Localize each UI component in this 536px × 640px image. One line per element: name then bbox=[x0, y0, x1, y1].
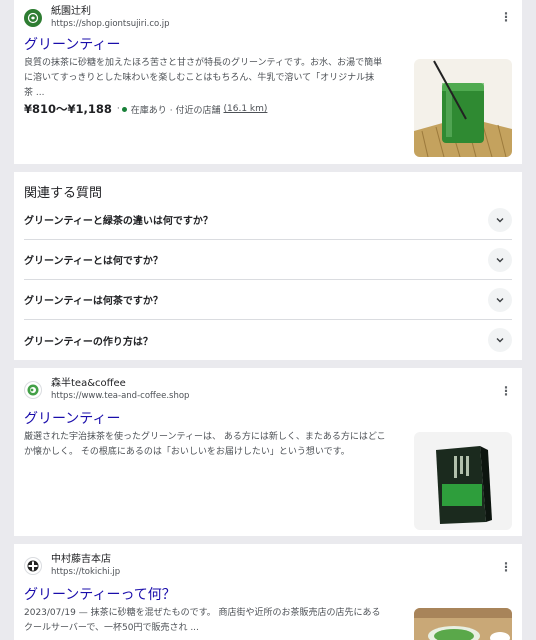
site-name: 森半tea&coffee bbox=[51, 378, 126, 389]
stock-status: 在庫あり bbox=[130, 105, 167, 116]
result-title-link[interactable]: グリーンティー bbox=[24, 34, 120, 54]
morihan-logo-icon bbox=[24, 381, 42, 399]
separator: · bbox=[116, 104, 120, 114]
snippet-line: に溶いてすっきりとした味わいを楽しむことはもちろん、牛乳で溶いて「オリジナル抹 bbox=[24, 73, 375, 83]
question-text: グリーンティーと緑茶の違いは何ですか？ bbox=[24, 216, 213, 227]
related-question-item[interactable]: グリーンティーの作り方は？ bbox=[24, 320, 512, 360]
related-question-item[interactable]: グリーンティーと緑茶の違いは何ですか？ bbox=[24, 200, 512, 240]
question-text: グリーンティーとは何ですか？ bbox=[24, 256, 163, 267]
result-snippet: 厳選された宇治抹茶を使ったグリーンティーは、 ある方には新しく、またある方にはど… bbox=[24, 430, 402, 460]
more-options-icon[interactable]: ⋮ bbox=[500, 385, 512, 397]
chevron-down-icon[interactable] bbox=[488, 328, 512, 352]
related-question-item[interactable]: グリーンティーは何茶ですか？ bbox=[24, 280, 512, 320]
result-snippet: 2023/07/19 — 抹茶に砂糖を混ぜたものです。 商店街や近所のお茶販売店… bbox=[24, 606, 402, 636]
site-info[interactable]: 紙園辻利 https://shop.giontsujiri.co.jp bbox=[24, 6, 170, 30]
site-url: https://tokichi.jp bbox=[51, 567, 121, 577]
result-title-link[interactable]: グリーンティーって何？ bbox=[24, 584, 176, 604]
related-questions-card: 関連する質問 グリーンティーと緑茶の違いは何ですか？ グリーンティーとは何ですか… bbox=[14, 172, 522, 360]
result-title-link[interactable]: グリーンティー bbox=[24, 408, 120, 428]
snippet-line: か懐かしく。 その根底にあるのは「おいしいをお届けしたい」という想いです。 bbox=[24, 447, 350, 457]
question-text: グリーンティーは何茶ですか？ bbox=[24, 296, 163, 307]
site-url: https://shop.giontsujiri.co.jp bbox=[51, 19, 170, 29]
green-tea-box-image[interactable] bbox=[414, 432, 512, 530]
question-text: グリーンティーの作り方は？ bbox=[24, 336, 153, 348]
distance-link[interactable]: (16.1 km) bbox=[224, 104, 268, 114]
green-tea-glass-image[interactable] bbox=[414, 59, 512, 157]
search-result-card: 紙園辻利 https://shop.giontsujiri.co.jp ⋮ グリ… bbox=[14, 0, 522, 164]
price-row: ¥810〜¥1,188 · 在庫あり · 付近の店舗 (16.1 km) bbox=[24, 101, 267, 117]
snippet-line: 2023/07/19 — 抹茶に砂糖を混ぜたものです。 商店街や近所のお茶販売店… bbox=[24, 608, 381, 618]
site-name: 中村藤吉本店 bbox=[51, 554, 111, 565]
site-name: 紙園辻利 bbox=[51, 6, 91, 17]
more-options-icon[interactable]: ⋮ bbox=[500, 561, 512, 573]
snippet-line: 厳選された宇治抹茶を使ったグリーンティーは、 ある方には新しく、またある方にはど… bbox=[24, 432, 386, 442]
green-tea-bowl-image[interactable] bbox=[414, 608, 512, 640]
in-stock-dot-icon bbox=[121, 106, 127, 112]
price: ¥810〜¥1,188 bbox=[24, 102, 112, 116]
chevron-down-icon[interactable] bbox=[488, 207, 512, 232]
nearby-stores: · 付近の店舗 bbox=[169, 105, 221, 116]
more-options-icon[interactable]: ⋮ bbox=[500, 11, 512, 23]
snippet-line: 良質の抹茶に砂糖を加えたほろ苦さと甘さが特長のグリーンティです。お水、お湯で簡単 bbox=[24, 58, 383, 68]
site-info[interactable]: 森半tea&coffee https://www.tea-and-coffee.… bbox=[24, 378, 189, 402]
snippet-line: 茶 ... bbox=[24, 88, 45, 98]
site-url: https://www.tea-and-coffee.shop bbox=[51, 391, 190, 401]
site-info[interactable]: 中村藤吉本店 https://tokichi.jp bbox=[24, 554, 120, 578]
result-snippet: 良質の抹茶に砂糖を加えたほろ苦さと甘さが特長のグリーンティです。お水、お湯で簡単… bbox=[24, 56, 402, 101]
search-result-card: 森半tea&coffee https://www.tea-and-coffee.… bbox=[14, 368, 522, 536]
tokichi-crest-icon bbox=[24, 557, 42, 575]
green-tea-leaf-icon bbox=[24, 9, 42, 27]
related-questions-heading: 関連する質問 bbox=[24, 186, 103, 201]
snippet-line: クールサーバーで、一杯50円で販売され ... bbox=[24, 623, 199, 633]
search-result-card: 中村藤吉本店 https://tokichi.jp ⋮ グリーンティーって何？ … bbox=[14, 544, 522, 640]
chevron-down-icon[interactable] bbox=[488, 247, 512, 272]
chevron-down-icon[interactable] bbox=[488, 287, 512, 312]
related-question-item[interactable]: グリーンティーとは何ですか？ bbox=[24, 240, 512, 280]
